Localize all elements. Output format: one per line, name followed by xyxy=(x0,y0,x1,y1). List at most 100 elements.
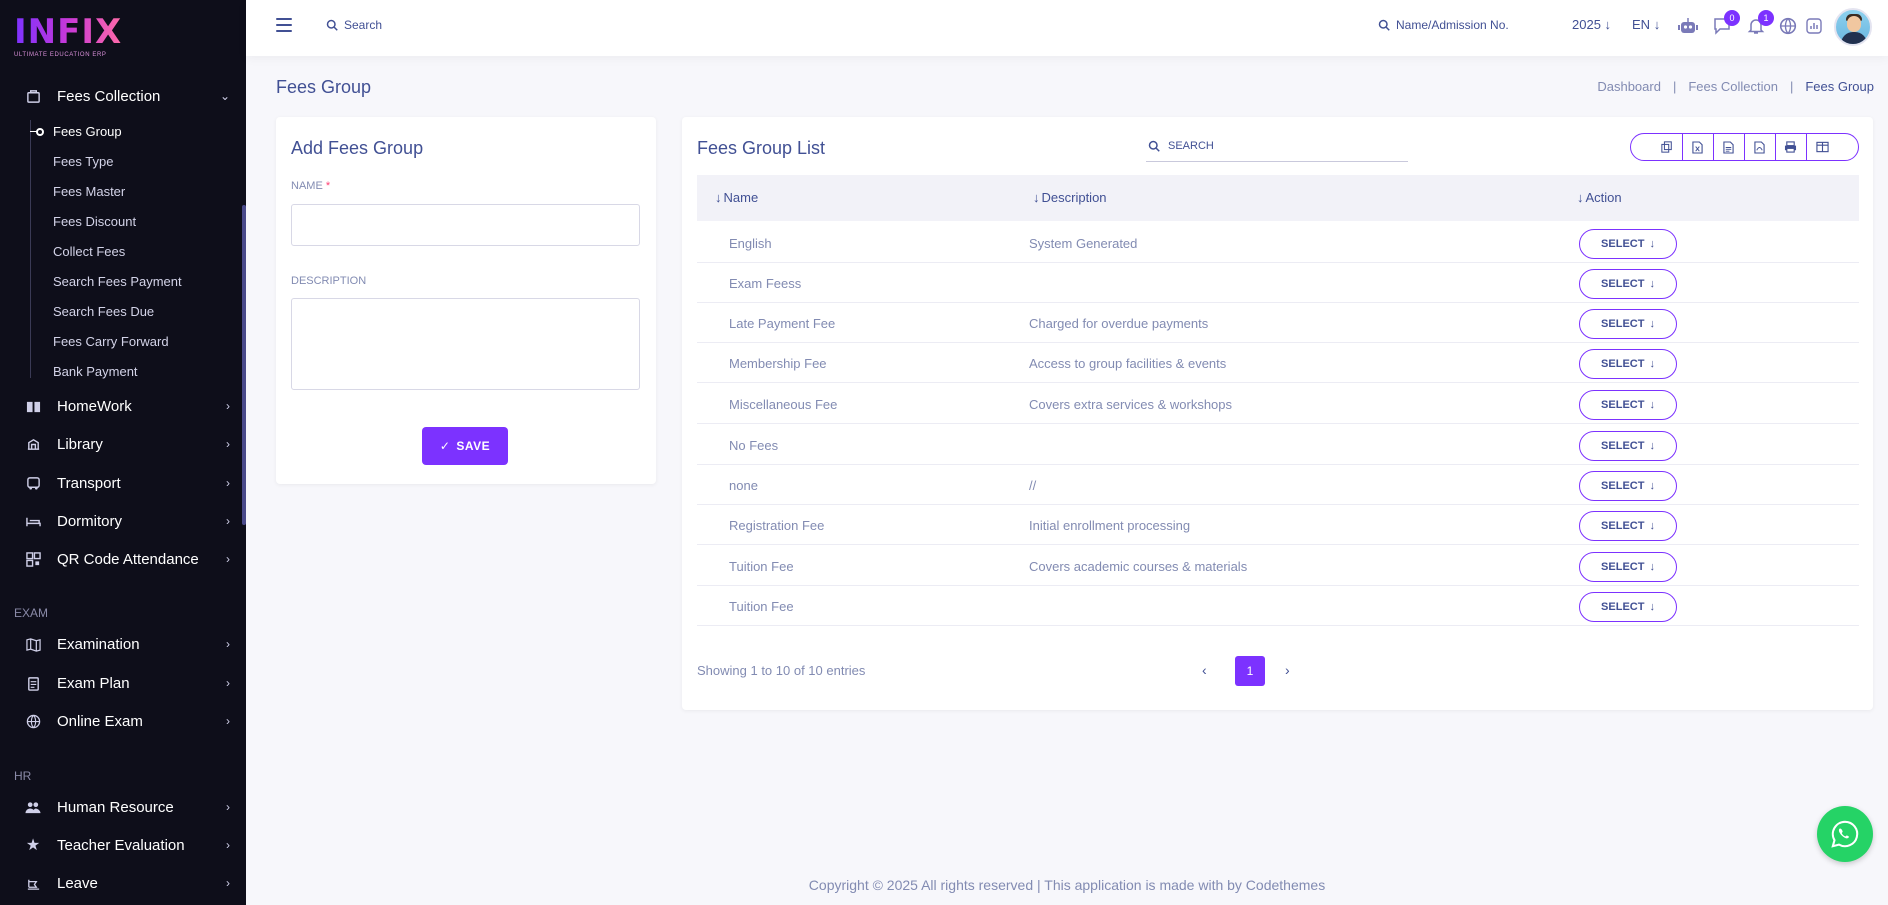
column-header-action[interactable]: ↓ Action xyxy=(1577,190,1622,205)
select-button[interactable]: SELECT ↓ xyxy=(1579,592,1677,622)
submenu-item-fees-discount[interactable]: Fees Discount xyxy=(53,214,136,229)
submenu-item-fees-group[interactable]: Fees Group xyxy=(53,124,122,139)
required-mark: * xyxy=(325,180,331,192)
select-label: SELECT xyxy=(1601,480,1645,492)
select-button[interactable]: SELECT ↓ xyxy=(1579,269,1677,299)
cell-description: System Generated xyxy=(1029,236,1138,251)
sort-arrow-icon: ↓ xyxy=(1033,190,1040,205)
excel-icon[interactable] xyxy=(1683,134,1714,160)
sidebar-item-library[interactable]: Library › xyxy=(24,431,230,457)
breadcrumb-fees-collection[interactable]: Fees Collection xyxy=(1688,79,1778,94)
name-input[interactable] xyxy=(291,204,640,246)
cell-name: No Fees xyxy=(729,438,779,453)
sidebar-item-online-exam[interactable]: Online Exam › xyxy=(24,708,230,734)
menu-toggle-icon[interactable] xyxy=(276,18,292,32)
copy-icon[interactable] xyxy=(1652,134,1683,160)
select-button[interactable]: SELECT ↓ xyxy=(1579,349,1677,379)
sidebar-scrollbar[interactable] xyxy=(242,205,246,525)
columns-icon[interactable] xyxy=(1807,134,1838,160)
sidebar-item-label: Dormitory xyxy=(57,512,123,530)
globe-icon[interactable] xyxy=(1778,16,1798,36)
sidebar-item-human-resource[interactable]: Human Resource › xyxy=(24,794,230,820)
bus-icon xyxy=(24,474,42,492)
select-button[interactable]: SELECT ↓ xyxy=(1579,552,1677,582)
table-row: Tuition Fee Covers academic courses & ma… xyxy=(697,546,1859,586)
qr-icon xyxy=(24,550,42,568)
pagination-next-icon[interactable]: › xyxy=(1285,662,1290,678)
table-row: Registration Fee Initial enrollment proc… xyxy=(697,505,1859,545)
select-label: SELECT xyxy=(1601,440,1645,452)
column-header-name[interactable]: ↓ Name xyxy=(715,190,758,205)
description-textarea[interactable] xyxy=(291,298,640,390)
sidebar-item-label: Exam Plan xyxy=(57,674,130,692)
select-button[interactable]: SELECT ↓ xyxy=(1579,511,1677,541)
sidebar-item-transport[interactable]: Transport › xyxy=(24,470,230,496)
select-button[interactable]: SELECT ↓ xyxy=(1579,471,1677,501)
pagination-page-current[interactable]: 1 xyxy=(1235,656,1265,686)
column-header-description[interactable]: ↓ Description xyxy=(1033,190,1107,205)
submenu-item-bank-payment[interactable]: Bank Payment xyxy=(53,364,138,379)
arrow-down-icon: ↓ xyxy=(1604,17,1612,32)
sidebar-item-teacher-evaluation[interactable]: ★ Teacher Evaluation › xyxy=(24,832,230,858)
csv-icon[interactable] xyxy=(1714,134,1745,160)
submenu-item-collect-fees[interactable]: Collect Fees xyxy=(53,244,125,259)
arrow-down-icon: ↓ xyxy=(1649,440,1655,452)
list-search-input[interactable]: SEARCH xyxy=(1146,130,1408,162)
cell-description: Covers academic courses & materials xyxy=(1029,559,1248,574)
library-icon xyxy=(24,435,42,453)
logo[interactable]: INFIX ULTIMATE EDUCATION ERP xyxy=(14,14,122,58)
select-button[interactable]: SELECT ↓ xyxy=(1579,390,1677,420)
print-icon[interactable] xyxy=(1776,134,1807,160)
submenu-item-fees-carry-forward[interactable]: Fees Carry Forward xyxy=(53,334,169,349)
search-icon xyxy=(1148,140,1160,152)
arrow-down-icon: ↓ xyxy=(1649,278,1655,290)
chevron-right-icon: › xyxy=(226,514,230,528)
arrow-down-icon: ↓ xyxy=(1649,318,1655,330)
chart-icon[interactable] xyxy=(1804,16,1824,36)
pagination-prev-icon[interactable]: ‹ xyxy=(1202,662,1207,678)
robot-icon[interactable] xyxy=(1678,16,1698,36)
search-icon xyxy=(326,19,338,31)
table-header: ↓ Name ↓ Description ↓ Action xyxy=(697,175,1859,221)
select-label: SELECT xyxy=(1601,520,1645,532)
pdf-icon[interactable] xyxy=(1745,134,1776,160)
description-label: DESCRIPTION xyxy=(291,275,367,287)
submenu-item-fees-master[interactable]: Fees Master xyxy=(53,184,125,199)
sidebar-item-qr-code-attendance[interactable]: QR Code Attendance › xyxy=(24,546,230,572)
chat-icon[interactable]: 0 xyxy=(1712,10,1740,36)
breadcrumb-dashboard[interactable]: Dashboard xyxy=(1597,79,1661,94)
select-label: SELECT xyxy=(1601,399,1645,411)
select-button[interactable]: SELECT ↓ xyxy=(1579,229,1677,259)
globe-icon xyxy=(24,712,42,730)
cell-description: // xyxy=(1029,478,1037,493)
section-label-hr: HR xyxy=(14,769,32,783)
arrow-down-icon: ↓ xyxy=(1649,399,1655,411)
column-header-label: Description xyxy=(1041,190,1107,205)
select-button[interactable]: SELECT ↓ xyxy=(1579,309,1677,339)
year-selector[interactable]: 2025 ↓ xyxy=(1572,17,1611,32)
chevron-right-icon: › xyxy=(226,476,230,490)
whatsapp-chat-button[interactable] xyxy=(1817,806,1873,862)
sidebar-item-leave[interactable]: Leave › xyxy=(24,870,230,896)
cell-name: Tuition Fee xyxy=(729,599,794,614)
sidebar-item-fees-collection[interactable]: Fees Collection ⌄ xyxy=(24,83,230,109)
chevron-right-icon: › xyxy=(226,676,230,690)
submenu-item-search-fees-payment[interactable]: Search Fees Payment xyxy=(53,274,182,289)
sidebar-item-dormitory[interactable]: Dormitory › xyxy=(24,508,230,534)
language-selector[interactable]: EN ↓ xyxy=(1632,17,1660,32)
save-button[interactable]: ✓ SAVE xyxy=(422,427,508,465)
sidebar-item-homework[interactable]: HomeWork › xyxy=(24,393,230,419)
student-search[interactable]: Name/Admission No. xyxy=(1378,18,1509,32)
sidebar-item-examination[interactable]: Examination › xyxy=(24,631,230,657)
select-label: SELECT xyxy=(1601,318,1645,330)
cell-description: Access to group facilities & events xyxy=(1029,356,1227,371)
cell-name: Tuition Fee xyxy=(729,559,794,574)
select-button[interactable]: SELECT ↓ xyxy=(1579,431,1677,461)
submenu-item-search-fees-due[interactable]: Search Fees Due xyxy=(53,304,154,319)
notification-bell-icon[interactable]: 1 xyxy=(1746,10,1774,36)
header-search[interactable]: Search xyxy=(326,18,382,32)
submenu-item-fees-type[interactable]: Fees Type xyxy=(53,154,113,169)
arrow-down-icon: ↓ xyxy=(1649,358,1655,370)
sidebar-item-exam-plan[interactable]: Exam Plan › xyxy=(24,670,230,696)
user-avatar[interactable] xyxy=(1834,8,1872,46)
